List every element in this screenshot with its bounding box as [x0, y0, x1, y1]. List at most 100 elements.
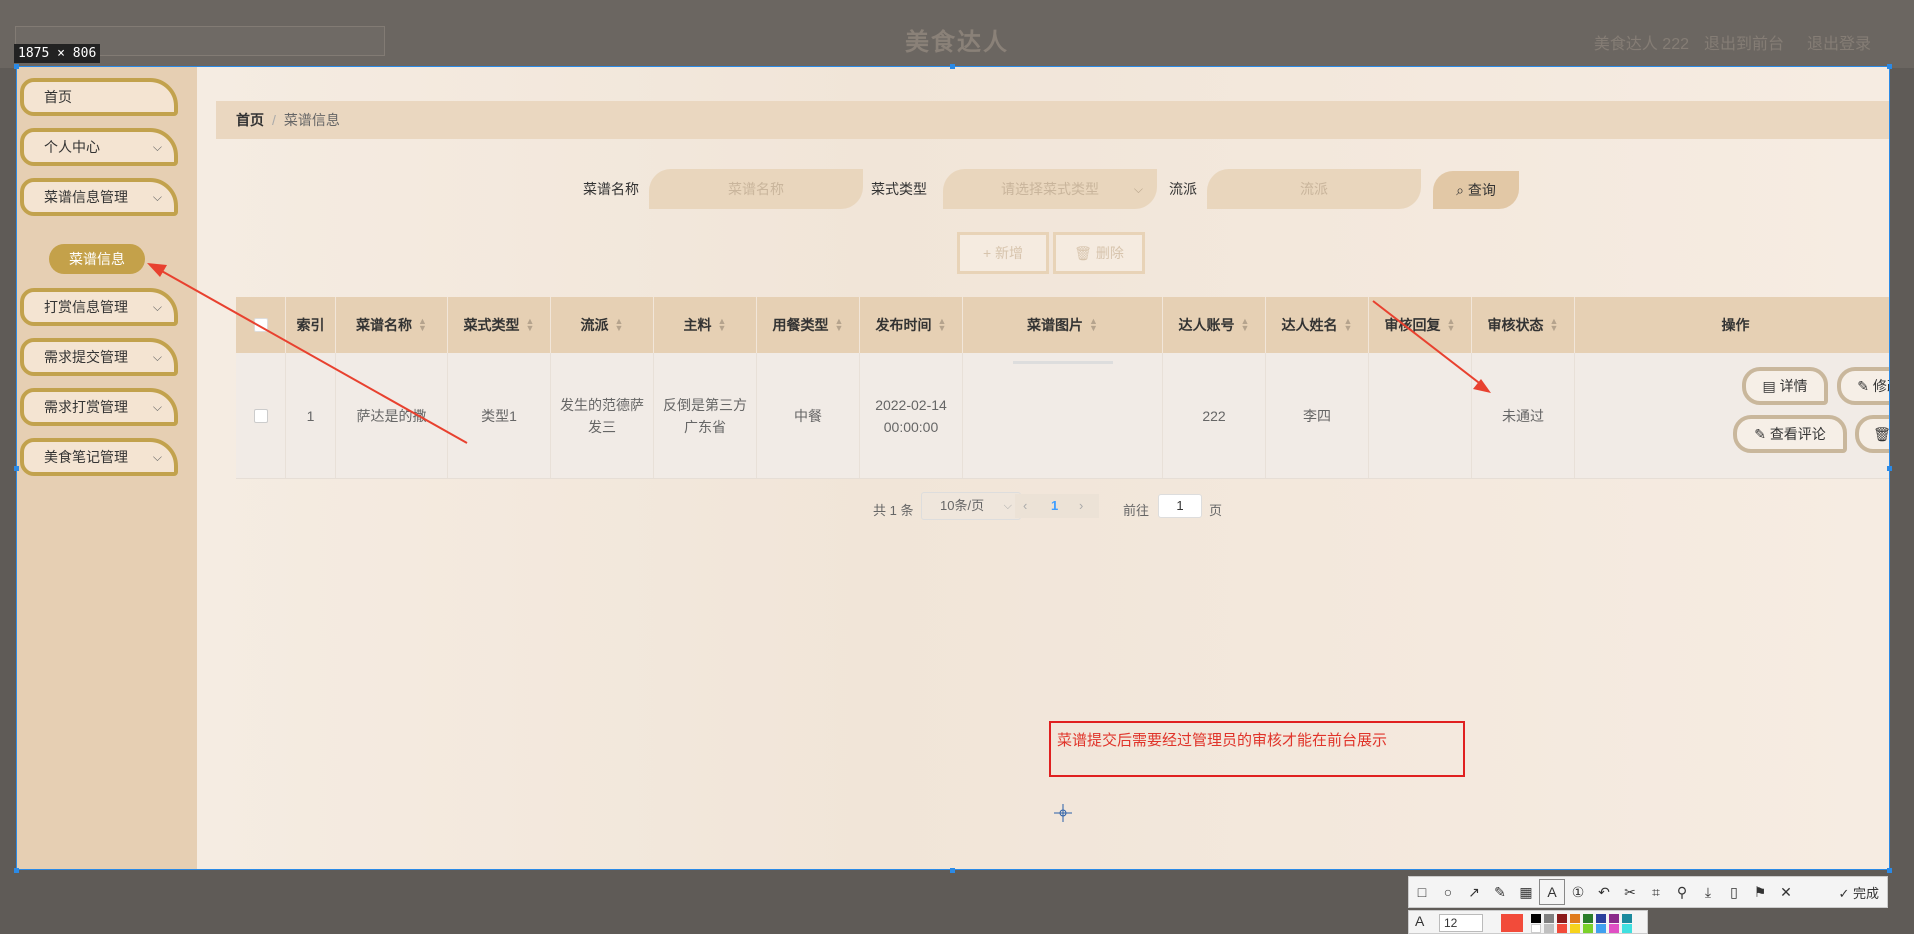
annotation-textbox[interactable]: 菜谱提交后需要经过管理员的审核才能在前台展示 [1049, 721, 1465, 777]
text-tool-icon[interactable]: A [1539, 879, 1565, 905]
undo-icon[interactable]: ↶ [1591, 879, 1617, 905]
arrow-tool-icon[interactable]: ↗ [1461, 879, 1487, 905]
resize-handle[interactable] [950, 868, 955, 873]
sort-icon[interactable]: ▲ ▼ [1344, 317, 1353, 333]
page-number[interactable]: 1 [1051, 494, 1058, 518]
done-button[interactable]: ✓ 完成 [1830, 883, 1887, 902]
delete-button[interactable]: 🗑 删除 [1855, 415, 1889, 453]
bookmark-icon[interactable]: ⚑ [1747, 879, 1773, 905]
color-swatch[interactable] [1596, 924, 1606, 933]
color-swatch[interactable] [1570, 914, 1580, 923]
dish-type-select[interactable]: 请选择菜式类型 ⌵ [943, 169, 1157, 209]
color-swatch[interactable] [1544, 914, 1554, 923]
breadcrumb-home[interactable]: 首页 [236, 112, 264, 128]
sort-icon[interactable]: ▲ ▼ [1241, 317, 1250, 333]
color-swatch[interactable] [1557, 924, 1567, 933]
color-swatch[interactable] [1583, 914, 1593, 923]
column-header-main-ingredient[interactable]: 主料 ▲ ▼ [654, 297, 757, 353]
next-page-icon[interactable]: › [1079, 494, 1083, 518]
sort-icon[interactable]: ▲ ▼ [1550, 317, 1559, 333]
download-icon[interactable]: ⤓ [1695, 879, 1721, 905]
color-swatch[interactable] [1583, 924, 1593, 933]
column-header-reply[interactable]: 审核回复 ▲ ▼ [1369, 297, 1472, 353]
resize-handle[interactable] [950, 64, 955, 69]
color-swatch[interactable] [1557, 914, 1567, 923]
sidebar-item-request-submit[interactable]: 需求提交管理 ⌵ [20, 338, 178, 376]
ellipse-tool-icon[interactable]: ○ [1435, 879, 1461, 905]
prev-page-icon[interactable]: ‹ [1023, 494, 1027, 518]
color-swatch[interactable] [1609, 924, 1619, 933]
sidebar-item-home[interactable]: 首页 [20, 78, 178, 116]
add-button[interactable]: + 新增 [957, 232, 1049, 274]
sidebar-item-recipe-management[interactable]: 菜谱信息管理 ⌵ [20, 178, 178, 216]
color-swatch[interactable] [1570, 924, 1580, 933]
cell-school: 发生的范德萨发三 [551, 353, 654, 478]
logout-link[interactable]: 退出登录 [1807, 30, 1871, 54]
column-header-dish-type[interactable]: 菜式类型 ▲ ▼ [448, 297, 551, 353]
school-input[interactable]: 流派 [1207, 169, 1421, 209]
color-swatch[interactable] [1531, 924, 1541, 933]
column-header-publish-time[interactable]: 发布时间 ▲ ▼ [860, 297, 963, 353]
cell-main-ingredient: 反倒是第三方广东省 [654, 353, 757, 478]
sort-icon[interactable]: ▲ ▼ [615, 317, 624, 333]
column-header-image[interactable]: 菜谱图片 ▲ ▼ [963, 297, 1163, 353]
column-header-meal-type[interactable]: 用餐类型 ▲ ▼ [757, 297, 860, 353]
row-checkbox[interactable] [253, 408, 268, 423]
scissors-icon[interactable]: ✂ [1617, 879, 1643, 905]
resize-handle[interactable] [1887, 466, 1892, 471]
edit-button[interactable]: ✎ 修改 [1837, 367, 1889, 405]
capture-region[interactable]: 首页 个人中心 ⌵ 菜谱信息管理 ⌵ 菜谱信息 打赏信息管理 ⌵ 需求提交管理 ⌵ 需求… [16, 66, 1890, 870]
query-button[interactable]: ⌕ 查询 [1433, 171, 1519, 209]
column-header-person-name[interactable]: 达人姓名 ▲ ▼ [1266, 297, 1369, 353]
sort-icon[interactable]: ▲ ▼ [526, 317, 535, 333]
color-swatch[interactable] [1622, 914, 1632, 923]
goto-page-input[interactable]: 1 [1158, 494, 1202, 518]
current-color-swatch[interactable] [1501, 914, 1523, 932]
edit-button-label: 修改 [1872, 378, 1889, 394]
pin-icon[interactable]: ⚲ [1669, 879, 1695, 905]
resize-handle[interactable] [1887, 64, 1892, 69]
resize-handle[interactable] [14, 466, 19, 471]
save-icon[interactable]: ▯ [1721, 879, 1747, 905]
resize-handle[interactable] [1887, 868, 1892, 873]
number-tool-icon[interactable]: ① [1565, 879, 1591, 905]
crop-icon[interactable]: ⌗ [1643, 879, 1669, 905]
sort-icon[interactable]: ▲ ▼ [1447, 317, 1456, 333]
column-header-status[interactable]: 审核状态 ▲ ▼ [1472, 297, 1575, 353]
mosaic-tool-icon[interactable]: ▦ [1513, 879, 1539, 905]
column-header-label: 菜式类型 [463, 317, 520, 333]
resize-handle[interactable] [14, 868, 19, 873]
select-all-cell [236, 297, 286, 353]
view-comments-button[interactable]: ✎ 查看评论 [1733, 415, 1847, 453]
color-swatch[interactable] [1622, 924, 1632, 933]
pen-tool-icon[interactable]: ✎ [1487, 879, 1513, 905]
sidebar-item-tip-management[interactable]: 打赏信息管理 ⌵ [20, 288, 178, 326]
column-header-school[interactable]: 流派 ▲ ▼ [551, 297, 654, 353]
close-icon[interactable]: ✕ [1773, 879, 1799, 905]
page-size-select[interactable]: 10条/页 ⌵ [921, 492, 1021, 520]
sidebar-item-personal-center[interactable]: 个人中心 ⌵ [20, 128, 178, 166]
color-swatch[interactable] [1531, 914, 1541, 923]
sidebar-item-food-notes[interactable]: 美食笔记管理 ⌵ [20, 438, 178, 476]
color-swatch[interactable] [1544, 924, 1554, 933]
resize-handle[interactable] [14, 64, 19, 69]
recipe-image-thumbnail[interactable] [1012, 361, 1113, 364]
recipe-name-input[interactable]: 菜谱名称 [649, 169, 863, 209]
column-header-recipe-name[interactable]: 菜谱名称 ▲ ▼ [336, 297, 448, 353]
sort-icon[interactable]: ▲ ▼ [938, 317, 947, 333]
color-swatch[interactable] [1596, 914, 1606, 923]
rectangle-tool-icon[interactable]: □ [1409, 879, 1435, 905]
go-front-link[interactable]: 退出到前台 [1704, 30, 1784, 54]
sort-icon[interactable]: ▲ ▼ [1089, 317, 1098, 333]
select-all-checkbox[interactable] [253, 318, 268, 332]
column-header-account[interactable]: 达人账号 ▲ ▼ [1163, 297, 1266, 353]
sort-icon[interactable]: ▲ ▼ [835, 317, 844, 333]
sidebar-item-request-tip[interactable]: 需求打赏管理 ⌵ [20, 388, 178, 426]
sort-icon[interactable]: ▲ ▼ [418, 317, 427, 333]
color-swatch[interactable] [1609, 914, 1619, 923]
sort-icon[interactable]: ▲ ▼ [718, 317, 727, 333]
font-size-select[interactable]: 12 [1439, 914, 1483, 932]
detail-button[interactable]: ▤ 详情 [1742, 367, 1828, 405]
sidebar-subitem-recipe-info[interactable]: 菜谱信息 [49, 244, 145, 274]
batch-delete-button[interactable]: 🗑 删除 [1053, 232, 1145, 274]
